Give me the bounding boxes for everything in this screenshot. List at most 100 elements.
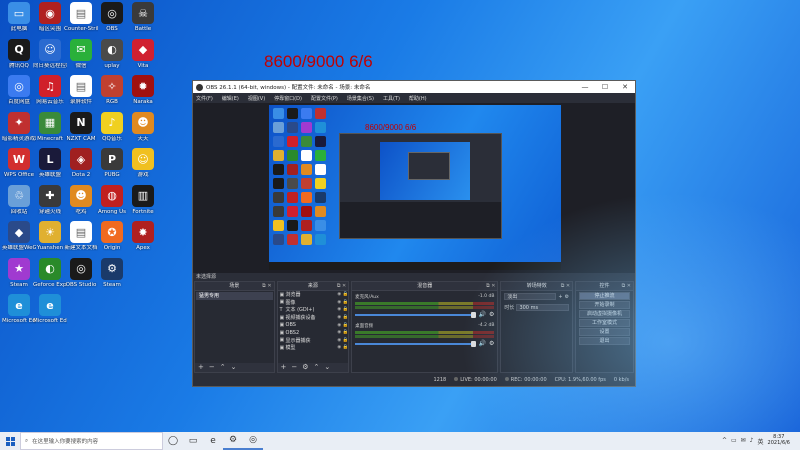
desktop-shortcut[interactable]: ★ Steam bbox=[2, 257, 36, 288]
maximize-button[interactable]: ☐ bbox=[595, 83, 615, 91]
desktop-shortcut[interactable]: ✹ Naraka bbox=[126, 75, 160, 105]
desktop-shortcut[interactable]: ◐Geforce Experience bbox=[33, 257, 67, 288]
taskbar-search-box[interactable]: ⌕ 在这里输入你要搜索的内容 bbox=[20, 432, 163, 450]
source-item[interactable]: ▣ 浏览器 ◉ 🔒 bbox=[278, 291, 349, 299]
menu-item[interactable]: 停靠窗口(D) bbox=[274, 95, 302, 102]
task-view-icon[interactable]: ▭ bbox=[183, 432, 203, 450]
desktop-shortcut[interactable]: ◎ OBS bbox=[95, 2, 129, 32]
source-item[interactable]: ▣ OBS ◉ 🔒 bbox=[278, 321, 349, 329]
dock-float-icon[interactable]: ⧉ ✕ bbox=[561, 282, 570, 291]
desktop-shortcut[interactable]: ▥ Fortnite bbox=[126, 184, 160, 215]
desktop-shortcut[interactable]: Q 腾讯QQ bbox=[2, 38, 36, 69]
add-source-icon[interactable]: + bbox=[281, 363, 287, 372]
desktop-shortcut[interactable]: ♲ 回收站 bbox=[2, 184, 36, 215]
menu-item[interactable]: 帮助(H) bbox=[409, 95, 427, 102]
move-up-icon[interactable]: ⌃ bbox=[314, 363, 320, 372]
desktop-shortcut[interactable]: ♪ QQ音乐 bbox=[95, 111, 129, 142]
desktop-shortcut[interactable]: ⚙ Steam bbox=[95, 257, 129, 288]
source-item[interactable]: T 文本 (GDI+) ◉ 🔒 bbox=[278, 306, 349, 314]
source-properties-icon[interactable]: ⚙ bbox=[302, 363, 308, 372]
dock-float-icon[interactable]: ⧉ ✕ bbox=[486, 282, 495, 291]
volume-slider-knob[interactable] bbox=[470, 340, 476, 347]
remove-source-icon[interactable]: − bbox=[291, 363, 297, 372]
desktop-shortcut[interactable]: ◉ 暗区突围 bbox=[33, 2, 67, 32]
menu-item[interactable]: 场景集合(S) bbox=[347, 95, 374, 102]
source-item[interactable]: ▣ 视频捕获设备 ◉ 🔒 bbox=[278, 314, 349, 322]
visibility-lock-icons[interactable]: ◉ 🔒 bbox=[337, 345, 348, 350]
menu-item[interactable]: 编辑(E) bbox=[222, 95, 239, 102]
desktop-shortcut[interactable]: ◈ Dota 2 bbox=[64, 148, 98, 178]
start-button[interactable] bbox=[0, 432, 20, 450]
remove-scene-icon[interactable]: − bbox=[209, 363, 215, 372]
desktop-shortcut[interactable]: ✸ Apex bbox=[126, 221, 160, 251]
desktop-shortcut[interactable]: ◆ Vita bbox=[126, 38, 160, 69]
desktop-shortcut[interactable]: ▭ 此电脑 bbox=[2, 2, 36, 32]
gear-icon[interactable]: ⚙ bbox=[489, 340, 494, 347]
move-down-icon[interactable]: ⌄ bbox=[324, 363, 330, 372]
menu-item[interactable]: 配置文件(P) bbox=[311, 95, 338, 102]
desktop-shortcut[interactable]: eMicrosoft Edge bbox=[33, 294, 67, 324]
duration-input[interactable]: 300 ms bbox=[516, 304, 570, 311]
desktop-shortcut[interactable]: ▤ Counter-Strike bbox=[64, 2, 98, 32]
add-scene-icon[interactable]: + bbox=[198, 363, 204, 372]
desktop-shortcut[interactable]: ✪ Origin bbox=[95, 221, 129, 251]
control-button[interactable]: 启动虚拟摄像机 bbox=[579, 310, 630, 318]
desktop-shortcut[interactable]: ▤ 新建文本文档 bbox=[64, 221, 98, 251]
minimize-button[interactable]: — bbox=[575, 83, 595, 91]
desktop-shortcut[interactable]: ✉ 微信 bbox=[64, 38, 98, 69]
volume-slider-knob[interactable] bbox=[470, 311, 476, 318]
dock-float-icon[interactable]: ⧉ ✕ bbox=[337, 282, 346, 291]
desktop-shortcut[interactable]: ☻ 吃鸡 bbox=[64, 184, 98, 215]
tray-icon[interactable]: ✉ bbox=[741, 437, 746, 446]
edge-icon[interactable]: e bbox=[203, 432, 223, 450]
dock-float-icon[interactable]: ⧉ ✕ bbox=[622, 282, 631, 291]
desktop-shortcut[interactable]: ☺ 游戏 bbox=[126, 148, 160, 178]
volume-slider[interactable] bbox=[355, 311, 476, 318]
desktop-shortcut[interactable]: ◍ Among Us bbox=[95, 184, 129, 215]
clock[interactable]: 8:37 2021/6/6 bbox=[768, 434, 790, 447]
move-up-icon[interactable]: ⌃ bbox=[220, 363, 226, 372]
source-item[interactable]: ▣ 图像 ◉ 🔒 bbox=[278, 299, 349, 307]
menu-item[interactable]: 视图(V) bbox=[248, 95, 265, 102]
scene-item[interactable]: 猛男专用 bbox=[196, 292, 273, 300]
desktop-shortcut[interactable]: P PUBG bbox=[95, 148, 129, 178]
desktop-shortcut[interactable]: ◎ OBS Studio bbox=[64, 257, 98, 288]
visibility-lock-icons[interactable]: ◉ 🔒 bbox=[337, 323, 348, 328]
source-item[interactable]: ▣ 模型 ◉ 🔒 bbox=[278, 344, 349, 352]
obs-window[interactable]: OBS 26.1.1 (64-bit, windows) - 配置文件: 未命名… bbox=[192, 80, 636, 387]
visibility-lock-icons[interactable]: ◉ 🔒 bbox=[337, 315, 348, 320]
desktop-shortcut[interactable]: ◐ uplay bbox=[95, 38, 129, 69]
desktop-shortcut[interactable]: ✦暗影精灵游戏助手 bbox=[2, 111, 36, 142]
gear-icon[interactable]: ⚙ bbox=[489, 311, 494, 318]
visibility-lock-icons[interactable]: ◉ 🔒 bbox=[337, 338, 348, 343]
source-item[interactable]: ▣ OBS2 ◉ 🔒 bbox=[278, 329, 349, 337]
steam-icon[interactable]: ⚙ bbox=[223, 432, 243, 450]
control-button[interactable]: 开始录制 bbox=[579, 301, 630, 309]
transition-settings-icon[interactable]: ⚙ bbox=[565, 294, 569, 300]
desktop-shortcut[interactable]: ♫ 网易云音乐 bbox=[33, 75, 67, 105]
desktop-shortcut[interactable]: ☺向日葵远程控制 bbox=[33, 38, 67, 69]
title-bar[interactable]: OBS 26.1.1 (64-bit, windows) - 配置文件: 未命名… bbox=[193, 81, 635, 93]
desktop-shortcut[interactable]: ✧ RGB bbox=[95, 75, 129, 105]
menu-item[interactable]: 工具(T) bbox=[383, 95, 400, 102]
source-item[interactable]: ▣ 显示器捕获 ◉ 🔒 bbox=[278, 337, 349, 345]
desktop-shortcut[interactable]: ▤ 录屏软件 bbox=[64, 75, 98, 105]
control-button[interactable]: 设置 bbox=[579, 328, 630, 336]
tray-icon[interactable]: ♪ bbox=[750, 437, 754, 446]
visibility-lock-icons[interactable]: ◉ 🔒 bbox=[337, 330, 348, 335]
volume-slider[interactable] bbox=[355, 340, 476, 347]
menu-item[interactable]: 文件(F) bbox=[196, 95, 213, 102]
desktop-shortcut[interactable]: N NZXT CAM bbox=[64, 111, 98, 142]
desktop-shortcut[interactable]: ☻ 天天 bbox=[126, 111, 160, 142]
desktop-shortcut[interactable]: L 英雄联盟 bbox=[33, 148, 67, 178]
speaker-icon[interactable]: 🔊 bbox=[479, 340, 486, 347]
obs-icon[interactable]: ◎ bbox=[243, 432, 263, 450]
preview-canvas[interactable]: 8600/9000 6/6 bbox=[269, 105, 561, 270]
add-transition-icon[interactable]: + bbox=[558, 294, 562, 300]
move-down-icon[interactable]: ⌄ bbox=[231, 363, 237, 372]
desktop-shortcut[interactable]: ▦ Minecraft bbox=[33, 111, 67, 142]
tray-icon[interactable]: 英 bbox=[758, 437, 764, 446]
tray-icon[interactable]: ^ bbox=[722, 437, 727, 446]
control-button[interactable]: 停止推流 bbox=[579, 292, 630, 300]
control-button[interactable]: 工作室模式 bbox=[579, 319, 630, 327]
